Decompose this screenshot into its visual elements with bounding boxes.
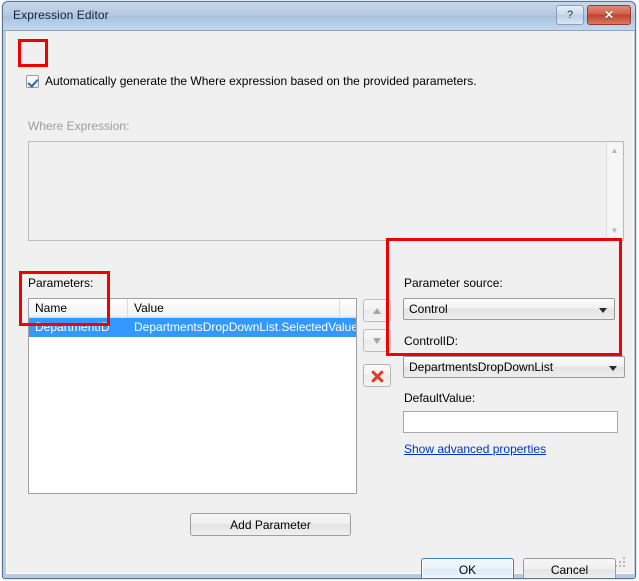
screenshot-root: Expression Editor ? ✕ Automatically gene…	[0, 0, 639, 581]
arrow-up-icon	[373, 307, 381, 314]
parameter-source-label: Parameter source:	[404, 276, 503, 290]
title-bar[interactable]: Expression Editor ? ✕	[3, 2, 635, 31]
window-title: Expression Editor	[13, 8, 109, 22]
parameter-source-dropdown[interactable]: Control	[403, 298, 615, 320]
help-icon[interactable]: ?	[556, 5, 584, 25]
dialog-client-area: Automatically generate the Where express…	[6, 31, 634, 578]
move-up-button[interactable]	[363, 299, 391, 322]
parameters-listview[interactable]: Name Value DepartmentID DepartmentsDropD…	[28, 298, 357, 494]
cell-value: DepartmentsDropDownList.SelectedValue	[134, 320, 356, 334]
listview-header: Name Value	[29, 299, 356, 318]
delete-parameter-button[interactable]	[363, 364, 391, 387]
checkbox-check-icon[interactable]	[26, 74, 39, 88]
chevron-down-icon	[609, 366, 617, 371]
table-row[interactable]: DepartmentID DepartmentsDropDownList.Sel…	[29, 318, 356, 337]
where-expression-label: Where Expression:	[28, 119, 130, 133]
control-id-dropdown[interactable]: DepartmentsDropDownList	[403, 356, 625, 378]
default-value-field[interactable]	[403, 411, 618, 433]
resize-grip[interactable]	[615, 557, 627, 569]
where-expression-scrollbar[interactable]: ▲ ▼	[606, 143, 622, 239]
show-advanced-properties-link[interactable]: Show advanced properties	[404, 442, 546, 456]
expression-editor-dialog: Expression Editor ? ✕ Automatically gene…	[2, 1, 636, 579]
default-value-label: DefaultValue:	[404, 391, 476, 405]
cell-name: DepartmentID	[35, 320, 110, 334]
scroll-down-icon[interactable]: ▼	[607, 223, 622, 239]
move-down-button[interactable]	[363, 329, 391, 352]
parameters-label: Parameters:	[28, 276, 94, 290]
cancel-button[interactable]: Cancel	[523, 558, 616, 578]
auto-generate-label: Automatically generate the Where express…	[45, 74, 477, 88]
chevron-down-icon	[599, 308, 607, 313]
control-id-value: DepartmentsDropDownList	[409, 360, 554, 374]
add-parameter-button[interactable]: Add Parameter	[190, 513, 351, 536]
ok-button[interactable]: OK	[421, 558, 514, 578]
scroll-up-icon[interactable]: ▲	[607, 143, 622, 159]
auto-generate-checkbox[interactable]: Automatically generate the Where express…	[26, 74, 477, 88]
arrow-down-icon	[373, 337, 381, 344]
caption-button-group: ? ✕	[556, 5, 631, 25]
where-expression-textarea[interactable]: ▲ ▼	[28, 141, 624, 241]
close-x-icon	[370, 369, 384, 383]
control-id-label: ControlID:	[404, 334, 459, 348]
column-header-value[interactable]: Value	[128, 299, 340, 317]
parameter-source-value: Control	[409, 302, 448, 316]
column-header-name[interactable]: Name	[29, 299, 128, 317]
close-icon[interactable]: ✕	[587, 5, 631, 25]
